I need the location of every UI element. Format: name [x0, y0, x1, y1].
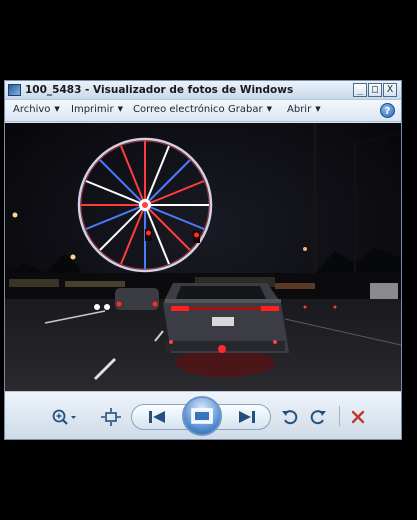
chevron-down-icon: ▼: [54, 105, 60, 113]
menu-abrir-label: Abrir: [287, 104, 312, 115]
menu-imprimir-label: Imprimir: [71, 104, 114, 115]
zoom-button[interactable]: [49, 406, 81, 428]
window-controls: _ □ X: [353, 83, 397, 97]
previous-icon: [149, 411, 165, 423]
menu-grabar[interactable]: Grabar ▼: [228, 104, 272, 115]
close-button[interactable]: X: [383, 83, 397, 97]
menu-abrir[interactable]: Abrir ▼: [287, 104, 321, 115]
minimize-button[interactable]: _: [353, 83, 367, 97]
delete-button[interactable]: [347, 406, 369, 428]
chevron-down-icon: ▼: [117, 105, 123, 113]
menu-archivo[interactable]: Archivo ▼: [13, 104, 60, 115]
menu-imprimir[interactable]: Imprimir ▼: [71, 104, 123, 115]
menu-bar: Archivo ▼ Imprimir ▼ Correo electrónico Gr…: [5, 100, 401, 122]
title-bar[interactable]: 100_5483 - Visualizador de fotos de Wind…: [5, 81, 401, 100]
next-button[interactable]: [233, 406, 261, 428]
night-street-ferris-wheel-photo: [5, 123, 401, 391]
maximize-button[interactable]: □: [368, 83, 382, 97]
next-icon: [239, 411, 255, 423]
zoom-icon: [52, 409, 76, 425]
rotate-right-icon: [310, 410, 326, 425]
menu-correo-label: Correo electrónico: [133, 104, 225, 115]
window-title: 100_5483 - Visualizador de fotos de Wind…: [25, 84, 294, 96]
toolbar-divider: [339, 406, 340, 426]
rotate-left-button[interactable]: [279, 406, 301, 428]
menu-correo[interactable]: Correo electrónico: [133, 104, 225, 115]
photo-viewer-window: 100_5483 - Visualizador de fotos de Wind…: [4, 80, 402, 440]
rotate-right-button[interactable]: [307, 406, 329, 428]
slideshow-icon: [191, 408, 213, 424]
actual-size-button[interactable]: [99, 406, 123, 428]
slideshow-button[interactable]: [182, 396, 222, 436]
actual-size-icon: [101, 408, 121, 426]
menu-archivo-label: Archivo: [13, 104, 51, 115]
rotate-left-icon: [282, 410, 298, 425]
chevron-down-icon: ▼: [315, 105, 321, 113]
previous-button[interactable]: [143, 406, 171, 428]
chevron-down-icon: ▼: [266, 105, 272, 113]
menu-grabar-label: Grabar: [228, 104, 263, 115]
delete-icon: [351, 410, 365, 424]
bottom-toolbar: [5, 391, 401, 439]
photo-display[interactable]: [5, 123, 401, 391]
app-icon: [8, 84, 21, 96]
help-icon[interactable]: ?: [380, 103, 395, 118]
